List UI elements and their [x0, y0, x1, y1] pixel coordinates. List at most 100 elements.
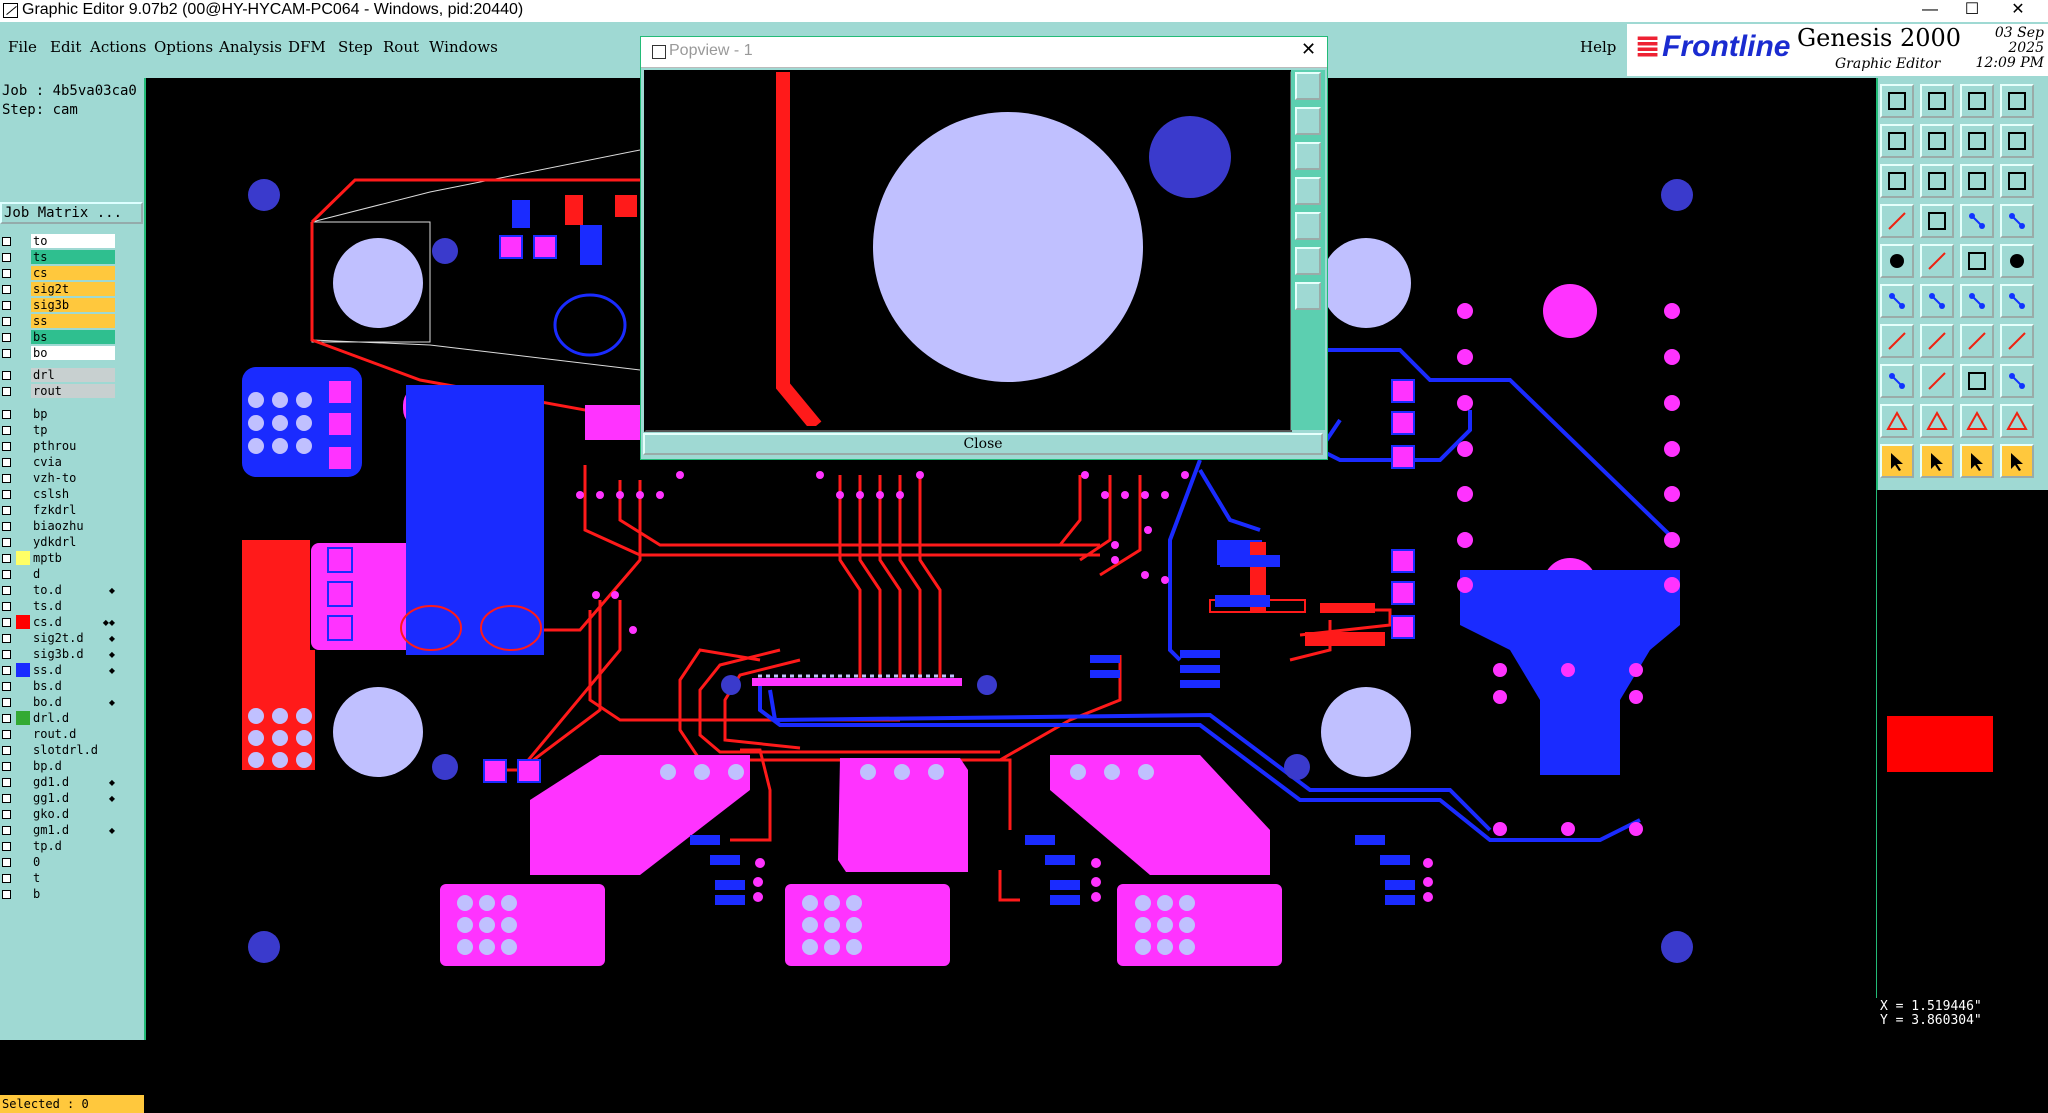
layer-name[interactable]: pthrou [31, 439, 115, 453]
layer-row[interactable]: tp.d [0, 839, 118, 854]
layer-checkbox[interactable] [2, 826, 11, 835]
layer-row[interactable]: gg1.d ◆ [0, 791, 118, 806]
export-icon[interactable] [1920, 124, 1954, 158]
pv-zoom-fit-icon[interactable] [1295, 72, 1321, 100]
layer-row[interactable]: t [0, 871, 118, 886]
help-icon[interactable] [2000, 164, 2034, 198]
layer-name[interactable]: sig3b [31, 298, 115, 312]
layer-row[interactable]: b [0, 887, 118, 902]
layer-checkbox[interactable] [2, 858, 11, 867]
layer-row[interactable]: 0 [0, 855, 118, 870]
layer-name[interactable]: sig2t [31, 282, 115, 296]
zoom-fit-icon[interactable] [1880, 164, 1914, 198]
layer-name[interactable]: ss [31, 314, 115, 328]
layer-name[interactable]: vzh-to [31, 471, 115, 485]
layer-name[interactable]: sig2t.d [31, 631, 115, 645]
pv-zoom-in-icon[interactable] [1295, 107, 1321, 135]
maximize-button[interactable]: ☐ [1952, 0, 1992, 22]
layer-row[interactable]: bo.d ◆ [0, 695, 118, 710]
layer-row[interactable]: ss.d ◆ [0, 663, 118, 678]
job-matrix-button[interactable]: Job Matrix ... [0, 202, 143, 224]
layer-checkbox[interactable] [2, 650, 11, 659]
layer-name[interactable]: ts.d [31, 599, 115, 613]
layer-row[interactable]: bo [0, 346, 118, 361]
layer-name[interactable]: 0 [31, 855, 115, 869]
layer-row[interactable]: sig3b [0, 298, 118, 313]
layer-row[interactable]: fzkdrl [0, 503, 118, 518]
menu-dfm[interactable]: DFM [288, 38, 326, 56]
layer-checkbox[interactable] [2, 698, 11, 707]
layer-name[interactable]: tp.d [31, 839, 115, 853]
layer-checkbox[interactable] [2, 522, 11, 531]
pad-icon[interactable] [1880, 244, 1914, 278]
arch-fill-icon[interactable] [2000, 404, 2034, 438]
save-icon[interactable] [1920, 84, 1954, 118]
layer-checkbox[interactable] [2, 874, 11, 883]
layer-name[interactable]: drl [31, 368, 115, 382]
layer-row[interactable]: sig2t.d ◆ [0, 631, 118, 646]
layer-name[interactable]: gd1.d [31, 775, 115, 789]
layer-checkbox[interactable] [2, 810, 11, 819]
layer-checkbox[interactable] [2, 714, 11, 723]
circle-icon[interactable] [2000, 244, 2034, 278]
layer-name[interactable]: d [31, 567, 115, 581]
minimize-button[interactable]: — [1910, 0, 1950, 22]
layer-row[interactable]: slotdrl.d [0, 743, 118, 758]
layer-checkbox[interactable] [2, 474, 11, 483]
layer-row[interactable]: cslsh [0, 487, 118, 502]
layer-checkbox[interactable] [2, 349, 11, 358]
split-icon[interactable] [2000, 124, 2034, 158]
layer-checkbox[interactable] [2, 794, 11, 803]
layer-checkbox[interactable] [2, 387, 11, 396]
layer-name[interactable]: bo.d [31, 695, 115, 709]
popview-close-button[interactable]: Close [643, 433, 1323, 455]
layer-row[interactable]: bs [0, 330, 118, 345]
add-pad-icon[interactable] [1880, 364, 1914, 398]
layer-name[interactable]: to.d [31, 583, 115, 597]
layer-row[interactable]: ss [0, 314, 118, 329]
align-icon[interactable] [1960, 364, 1994, 398]
layer-name[interactable]: bp [31, 407, 115, 421]
layer-name[interactable]: rout [31, 384, 115, 398]
layer-checkbox[interactable] [2, 410, 11, 419]
layer-name[interactable]: tp [31, 423, 115, 437]
layer-name[interactable]: rout.d [31, 727, 115, 741]
minus-icon[interactable] [1920, 364, 1954, 398]
select-net-icon[interactable] [1960, 444, 1994, 478]
layer-name[interactable]: gm1.d [31, 823, 115, 837]
pv-center-icon[interactable] [1295, 247, 1321, 275]
layer-row[interactable]: cs.d ◆◆ [0, 615, 118, 630]
layer-checkbox[interactable] [2, 666, 11, 675]
layer-checkbox[interactable] [2, 618, 11, 627]
layer-name[interactable]: bs.d [31, 679, 115, 693]
layer-name[interactable]: cslsh [31, 487, 115, 501]
layer-name[interactable]: slotdrl.d [31, 743, 115, 757]
layer-row[interactable]: ts [0, 250, 118, 265]
menu-step[interactable]: Step [338, 38, 373, 56]
layer-checkbox[interactable] [2, 458, 11, 467]
layer-name[interactable]: b [31, 887, 115, 901]
menu-actions[interactable]: Actions [90, 38, 146, 56]
layer-checkbox[interactable] [2, 285, 11, 294]
layer-checkbox[interactable] [2, 586, 11, 595]
layer-row[interactable]: ydkdrl [0, 535, 118, 550]
layer-checkbox[interactable] [2, 442, 11, 451]
layer-row[interactable]: vzh-to [0, 471, 118, 486]
edit-line-icon[interactable] [1920, 324, 1954, 358]
layer-checkbox[interactable] [2, 890, 11, 899]
layer-row[interactable]: cs [0, 266, 118, 281]
layer-row[interactable]: mptb [0, 551, 118, 566]
layer-checkbox[interactable] [2, 762, 11, 771]
pv-zoom-out-icon[interactable] [1295, 142, 1321, 170]
pv-window-icon[interactable] [1295, 282, 1321, 310]
layer-row[interactable]: pthrou [0, 439, 118, 454]
layer-row[interactable]: bs.d [0, 679, 118, 694]
layer-name[interactable]: gko.d [31, 807, 115, 821]
layer-checkbox[interactable] [2, 842, 11, 851]
snap-all-icon[interactable] [2000, 204, 2034, 238]
layer-name[interactable]: bs [31, 330, 115, 344]
layer-name[interactable]: mptb [31, 551, 115, 565]
measure-point-icon[interactable] [2000, 284, 2034, 318]
line-icon[interactable] [1920, 244, 1954, 278]
import-icon[interactable] [1880, 124, 1914, 158]
